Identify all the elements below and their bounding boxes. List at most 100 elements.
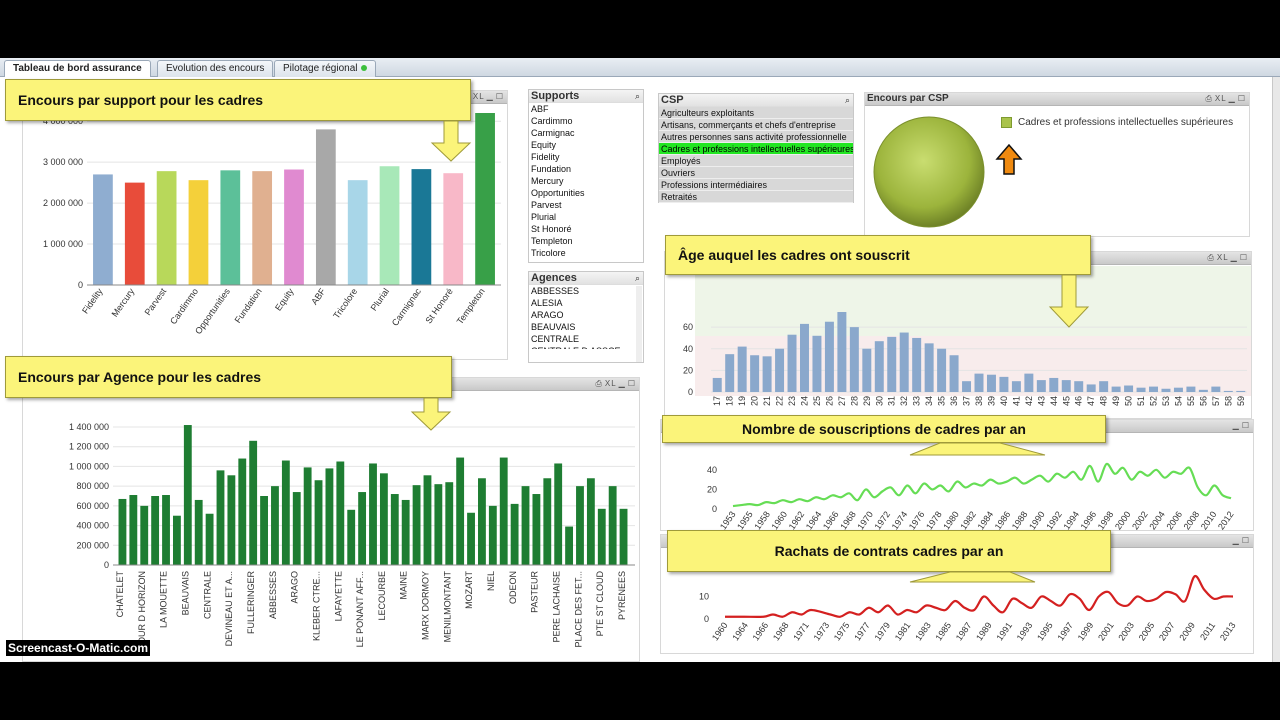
- list-item[interactable]: St Honoré: [529, 223, 643, 235]
- tab-pilotage-regional[interactable]: Pilotage régional: [274, 60, 376, 77]
- bar: [238, 458, 247, 565]
- list-item[interactable]: Ouvriers: [659, 167, 853, 179]
- x-tick-label: 1973: [812, 620, 832, 642]
- bar: [837, 312, 847, 392]
- tab-tableau-de-bord[interactable]: Tableau de bord assurance: [4, 60, 151, 78]
- maximize-icon[interactable]: ☐: [1238, 93, 1246, 105]
- list-item[interactable]: Retraités: [659, 191, 853, 203]
- legend-swatch: [1001, 117, 1012, 128]
- list-item[interactable]: Plurial: [529, 211, 643, 223]
- x-tick-label: MAINE: [399, 571, 409, 600]
- x-tick-label: 43: [1036, 396, 1046, 406]
- list-item[interactable]: Professions intermédiaires: [659, 179, 853, 191]
- bar: [499, 457, 508, 565]
- x-tick-label: 1993: [1015, 620, 1035, 642]
- callout-text: Nombre de souscriptions de cadres par an: [742, 421, 1026, 437]
- minimize-icon[interactable]: ▁: [1231, 252, 1238, 264]
- maximize-icon[interactable]: ☐: [628, 378, 636, 390]
- print-icon[interactable]: ⎙: [1205, 93, 1212, 105]
- bar: [478, 478, 486, 565]
- tab-evolution-encours[interactable]: Evolution des encours: [157, 60, 274, 77]
- list-item[interactable]: ABBESSES: [529, 285, 643, 297]
- search-icon[interactable]: ⌕: [635, 272, 640, 285]
- list-item[interactable]: CENTRALE D ASSCE: [529, 345, 643, 349]
- list-item[interactable]: Fundation: [529, 163, 643, 175]
- excel-icon[interactable]: XL: [473, 91, 485, 103]
- list-item[interactable]: Agriculteurs exploitants: [659, 107, 853, 119]
- bar: [445, 482, 454, 565]
- pie-slice-cadres[interactable]: [873, 116, 985, 228]
- x-tick-label: 1985: [933, 620, 953, 642]
- x-tick-label: 1982: [958, 509, 978, 531]
- list-item[interactable]: ARAGO: [529, 309, 643, 321]
- list-item[interactable]: Equity: [529, 139, 643, 151]
- bar: [194, 499, 203, 565]
- list-item[interactable]: BEAUVAIS: [529, 321, 643, 333]
- bar: [205, 513, 214, 565]
- bar: [1149, 386, 1158, 392]
- list-item[interactable]: Carmignac: [529, 127, 643, 139]
- y-tick-label: 0: [104, 560, 109, 570]
- csp-listbox-title: CSP ⌕: [659, 94, 853, 107]
- bar: [284, 169, 304, 285]
- x-tick-label: 56: [1198, 396, 1208, 406]
- x-tick-label: 53: [1161, 396, 1171, 406]
- qlikview-window: Tableau de bord assurance Evolution des …: [0, 58, 1280, 662]
- minimize-icon[interactable]: ▁: [1233, 535, 1240, 547]
- agences-scrollbar[interactable]: [636, 286, 642, 362]
- list-item[interactable]: CENTRALE: [529, 333, 643, 345]
- list-item[interactable]: Cardimmo: [529, 115, 643, 127]
- bar: [379, 473, 388, 565]
- search-icon[interactable]: ⌕: [635, 90, 640, 103]
- sheet-vertical-scrollbar[interactable]: [1272, 77, 1280, 662]
- search-icon[interactable]: ⌕: [845, 94, 850, 107]
- x-tick-label: 1994: [1061, 509, 1081, 531]
- list-item[interactable]: ALESIA: [529, 297, 643, 309]
- x-tick-label: 1964: [730, 620, 750, 642]
- x-tick-label: BEAUVAIS: [180, 571, 190, 615]
- x-tick-label: 2013: [1218, 620, 1238, 642]
- maximize-icon[interactable]: ☐: [496, 91, 504, 103]
- list-item[interactable]: Cadres et professions intellectuelles su…: [659, 143, 853, 155]
- list-item[interactable]: Artisans, commerçants et chefs d'entrepr…: [659, 119, 853, 131]
- y-tick-label: 20: [683, 365, 693, 375]
- list-item[interactable]: Mercury: [529, 175, 643, 187]
- bar: [1024, 373, 1034, 392]
- bar: [597, 508, 606, 565]
- y-tick-label: 200 000: [76, 540, 109, 550]
- y-tick-label: 600 000: [76, 501, 109, 511]
- tab-label: Evolution des encours: [166, 63, 265, 74]
- maximize-icon[interactable]: ☐: [1242, 535, 1250, 547]
- list-item[interactable]: Fidelity: [529, 151, 643, 163]
- x-tick-label: Plurial: [369, 286, 392, 312]
- print-icon[interactable]: ⎙: [1207, 252, 1214, 264]
- bar: [347, 180, 368, 285]
- minimize-icon[interactable]: ▁: [1229, 93, 1236, 105]
- excel-icon[interactable]: XL: [1217, 252, 1229, 264]
- bar: [1099, 381, 1109, 392]
- list-item[interactable]: Parvest: [529, 199, 643, 211]
- minimize-icon[interactable]: ▁: [1233, 420, 1240, 432]
- list-item[interactable]: Opportunities: [529, 187, 643, 199]
- maximize-icon[interactable]: ☐: [1240, 252, 1248, 264]
- bar: [118, 498, 127, 565]
- excel-icon[interactable]: XL: [605, 378, 617, 390]
- list-item[interactable]: Autres personnes sans activité professio…: [659, 131, 853, 143]
- x-tick-label: St Honoré: [423, 286, 454, 325]
- y-tick-label: 40: [707, 465, 717, 475]
- x-tick-label: 1999: [1076, 620, 1096, 642]
- list-item[interactable]: ABF: [529, 103, 643, 115]
- x-tick-label: 35: [937, 396, 947, 406]
- minimize-icon[interactable]: ▁: [487, 91, 494, 103]
- maximize-icon[interactable]: ☐: [1242, 420, 1250, 432]
- list-item[interactable]: Employés: [659, 155, 853, 167]
- x-tick-label: 30: [874, 396, 884, 406]
- sheet-canvas: ⎙XL▁☐ 01 000 0002 000 0003 000 0004 000 …: [0, 77, 1280, 662]
- list-item[interactable]: Tricolore: [529, 247, 643, 259]
- x-tick-label: 1978: [924, 509, 944, 531]
- bar: [521, 486, 530, 565]
- excel-icon[interactable]: XL: [1215, 93, 1227, 105]
- list-item[interactable]: Templeton: [529, 235, 643, 247]
- minimize-icon[interactable]: ▁: [619, 378, 626, 390]
- print-icon[interactable]: ⎙: [595, 378, 602, 390]
